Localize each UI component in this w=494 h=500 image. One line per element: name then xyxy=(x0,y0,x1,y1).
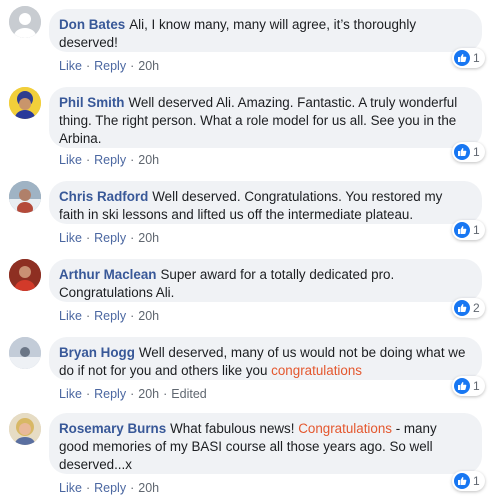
separator: · xyxy=(130,309,135,323)
comment-timestamp[interactable]: 20h xyxy=(138,387,159,401)
reaction-number: 1 xyxy=(473,474,480,488)
comment-actions: Like · Reply · 20h xyxy=(59,481,159,495)
comment-author[interactable]: Arthur Maclean xyxy=(59,267,156,282)
comment-author[interactable]: Rosemary Burns xyxy=(59,421,166,436)
default-avatar-icon xyxy=(9,6,41,38)
like-icon xyxy=(454,50,470,66)
reply-link[interactable]: Reply xyxy=(94,59,126,73)
separator: · xyxy=(85,309,91,323)
like-icon xyxy=(454,144,470,160)
reaction-count[interactable]: 1 xyxy=(452,376,485,396)
comment-timestamp[interactable]: 20h xyxy=(138,481,159,495)
profile-photo-icon xyxy=(9,413,41,445)
comment-timestamp[interactable]: 20h xyxy=(138,59,159,73)
reaction-number: 1 xyxy=(473,145,480,159)
comment-author[interactable]: Chris Radford xyxy=(59,189,148,204)
comment-bubble: Arthur Maclean Super award for a totally … xyxy=(49,259,482,302)
like-link[interactable]: Like xyxy=(59,59,82,73)
comment-author[interactable]: Phil Smith xyxy=(59,95,124,110)
separator: · xyxy=(130,481,135,495)
separator: · xyxy=(163,387,168,401)
reaction-count[interactable]: 1 xyxy=(452,48,485,68)
reaction-number: 1 xyxy=(473,51,480,65)
separator: · xyxy=(85,231,91,245)
separator: · xyxy=(130,59,135,73)
comment-actions: Like · Reply · 20h · Edited xyxy=(59,387,207,401)
separator: · xyxy=(85,481,91,495)
avatar[interactable] xyxy=(9,259,41,291)
comment-bubble: Chris Radford Well deserved. Congratulati… xyxy=(49,181,482,224)
comment-text: What fabulous news! xyxy=(170,421,299,436)
reaction-number: 1 xyxy=(473,379,480,393)
comment-bubble: Phil Smith Well deserved Ali. Amazing. Fa… xyxy=(49,87,482,148)
comment-bubble: Rosemary Burns What fabulous news! Congra… xyxy=(49,413,482,474)
separator: · xyxy=(85,59,91,73)
profile-photo-icon xyxy=(9,181,41,213)
comment-timestamp[interactable]: 20h xyxy=(138,153,159,167)
separator: · xyxy=(85,153,91,167)
comment-bubble: Bryan Hogg Well deserved, many of us woul… xyxy=(49,337,482,380)
comment-actions: Like · Reply · 20h xyxy=(59,59,159,73)
avatar[interactable] xyxy=(9,181,41,213)
like-link[interactable]: Like xyxy=(59,387,82,401)
like-icon xyxy=(454,473,470,489)
profile-photo-icon xyxy=(9,87,41,119)
comment-timestamp[interactable]: 20h xyxy=(138,231,159,245)
reaction-count[interactable]: 1 xyxy=(452,142,485,162)
like-link[interactable]: Like xyxy=(59,153,82,167)
comment-author[interactable]: Bryan Hogg xyxy=(59,345,135,360)
avatar[interactable] xyxy=(9,413,41,445)
reply-link[interactable]: Reply xyxy=(94,153,126,167)
avatar[interactable] xyxy=(9,337,41,369)
like-icon xyxy=(454,378,470,394)
comment-actions: Like · Reply · 20h xyxy=(59,153,159,167)
like-link[interactable]: Like xyxy=(59,481,82,495)
like-link[interactable]: Like xyxy=(59,231,82,245)
comment-timestamp[interactable]: 20h xyxy=(138,309,159,323)
like-icon xyxy=(454,300,470,316)
reply-link[interactable]: Reply xyxy=(94,481,126,495)
like-icon xyxy=(454,222,470,238)
hashtag-link[interactable]: congratulations xyxy=(271,363,362,378)
profile-photo-icon xyxy=(9,259,41,291)
reaction-count[interactable]: 1 xyxy=(452,471,485,491)
separator: · xyxy=(130,153,135,167)
reaction-number: 2 xyxy=(473,301,480,315)
avatar[interactable] xyxy=(9,87,41,119)
comment-author[interactable]: Don Bates xyxy=(59,17,125,32)
hashtag-link[interactable]: Congratulations xyxy=(298,421,392,436)
reaction-number: 1 xyxy=(473,223,480,237)
like-link[interactable]: Like xyxy=(59,309,82,323)
reaction-count[interactable]: 1 xyxy=(452,220,485,240)
comment-bubble: Don Bates Ali, I know many, many will agr… xyxy=(49,9,482,52)
profile-photo-icon xyxy=(9,337,41,369)
avatar[interactable] xyxy=(9,6,41,38)
reaction-count[interactable]: 2 xyxy=(452,298,485,318)
separator: · xyxy=(130,231,135,245)
reply-link[interactable]: Reply xyxy=(94,387,126,401)
comment-actions: Like · Reply · 20h xyxy=(59,309,159,323)
separator: · xyxy=(85,387,91,401)
separator: · xyxy=(130,387,135,401)
reply-link[interactable]: Reply xyxy=(94,309,126,323)
edited-label[interactable]: Edited xyxy=(171,387,206,401)
reply-link[interactable]: Reply xyxy=(94,231,126,245)
comment-actions: Like · Reply · 20h xyxy=(59,231,159,245)
